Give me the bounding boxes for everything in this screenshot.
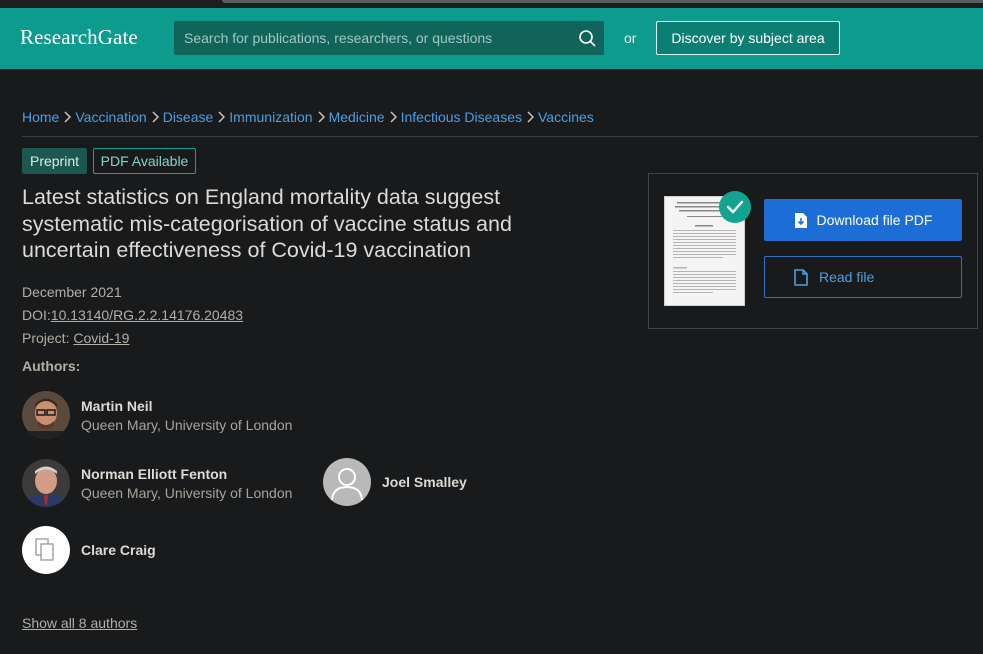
chevron-right-icon	[61, 110, 73, 124]
authors-heading: Authors:	[22, 358, 81, 374]
doi-row: DOI:10.13140/RG.2.2.14176.20483	[22, 307, 243, 323]
breadcrumb-vaccination[interactable]: Vaccination	[75, 109, 146, 125]
author-info: Joel Smalley	[382, 474, 467, 490]
breadcrumb: Home Vaccination Disease Immunization Me…	[22, 109, 594, 125]
read-file-button[interactable]: Read file	[764, 256, 962, 298]
project-label: Project:	[22, 330, 70, 346]
author-name[interactable]: Joel Smalley	[382, 474, 467, 490]
show-all-authors-link[interactable]: Show all 8 authors	[22, 615, 137, 631]
avatar[interactable]	[22, 459, 70, 507]
file-panel: Download file PDF Read file	[648, 173, 978, 329]
author-info: Martin Neil Queen Mary, University of Lo…	[81, 398, 292, 433]
search-box[interactable]	[174, 21, 604, 55]
author-card[interactable]: Norman Elliott Fenton Queen Mary, Univer…	[22, 459, 292, 507]
download-file-icon	[794, 212, 808, 229]
breadcrumb-infectious-diseases[interactable]: Infectious Diseases	[401, 109, 522, 125]
download-pdf-button[interactable]: Download file PDF	[764, 199, 962, 241]
breadcrumb-immunization[interactable]: Immunization	[229, 109, 312, 125]
top-strip-segment	[222, 0, 983, 3]
breadcrumb-disease[interactable]: Disease	[163, 109, 214, 125]
site-header: ResearchGate or Discover by subject area	[0, 8, 983, 69]
title-line: systematic mis-categorisation of vaccine…	[22, 211, 512, 236]
title-line: uncertain effectiveness of Covid-19 vacc…	[22, 238, 471, 262]
search-icon[interactable]	[578, 29, 596, 47]
avatar[interactable]	[323, 458, 371, 506]
chevron-right-icon	[387, 110, 399, 124]
author-name[interactable]: Clare Craig	[81, 542, 156, 558]
author-affiliation: Queen Mary, University of London	[81, 416, 293, 433]
pdf-available-badge: PDF Available	[93, 148, 196, 174]
author-card[interactable]: Clare Craig	[22, 526, 156, 574]
browser-top-strip	[0, 0, 983, 8]
publication-date: December 2021	[22, 284, 122, 300]
breadcrumb-divider	[22, 136, 978, 137]
document-placeholder-icon	[22, 526, 70, 574]
chevron-right-icon	[215, 110, 227, 124]
search-input[interactable]	[174, 21, 574, 55]
read-file-label: Read file	[819, 269, 875, 285]
author-name[interactable]: Martin Neil	[81, 398, 292, 414]
breadcrumb-vaccines[interactable]: Vaccines	[538, 109, 594, 125]
project-row: Project: Covid-19	[22, 330, 129, 346]
preprint-badge: Preprint	[22, 148, 87, 174]
breadcrumb-medicine[interactable]: Medicine	[329, 109, 385, 125]
avatar[interactable]	[22, 526, 70, 574]
publication-title: Latest statistics on England mortality d…	[22, 184, 582, 264]
doi-link[interactable]: 10.13140/RG.2.2.14176.20483	[51, 307, 243, 323]
author-info: Norman Elliott Fenton Queen Mary, Univer…	[81, 466, 292, 501]
chevron-right-icon	[315, 110, 327, 124]
default-avatar-icon	[323, 458, 371, 506]
chevron-right-icon	[524, 110, 536, 124]
author-affiliation: Queen Mary, University of London	[81, 484, 293, 501]
researchgate-logo[interactable]: ResearchGate	[20, 25, 138, 50]
breadcrumb-home[interactable]: Home	[22, 109, 59, 125]
title-line: Latest statistics on England mortality d…	[22, 185, 501, 209]
author-info: Clare Craig	[81, 542, 156, 558]
or-label: or	[624, 30, 637, 46]
project-link[interactable]: Covid-19	[73, 330, 129, 346]
discover-by-subject-button[interactable]: Discover by subject area	[656, 21, 840, 55]
chevron-right-icon	[149, 110, 161, 124]
check-icon	[719, 191, 751, 223]
author-card[interactable]: Joel Smalley	[323, 458, 467, 506]
avatar[interactable]	[22, 391, 70, 439]
doi-label: DOI:	[22, 307, 51, 323]
file-icon	[794, 268, 808, 286]
author-name[interactable]: Norman Elliott Fenton	[81, 466, 292, 482]
download-pdf-label: Download file PDF	[816, 212, 933, 228]
author-card[interactable]: Martin Neil Queen Mary, University of Lo…	[22, 391, 292, 439]
